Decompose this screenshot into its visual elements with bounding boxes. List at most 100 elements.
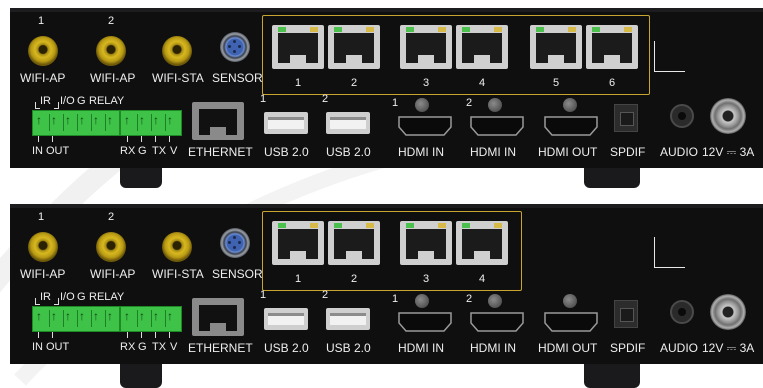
- terminal-io-label: I/O: [60, 95, 75, 107]
- wifi-ap-label-1: WIFI-AP: [20, 71, 66, 85]
- rj45-port-icon[interactable]: [530, 25, 582, 69]
- rj45-port-icon[interactable]: [328, 25, 380, 69]
- panel-top-edge: [10, 204, 763, 208]
- audio-jack-icon[interactable]: [670, 104, 694, 128]
- rj45-port-icon[interactable]: [272, 25, 324, 69]
- usb-port-icon[interactable]: [264, 308, 308, 330]
- usb-port-icon[interactable]: [264, 112, 308, 134]
- terminal-in-label: IN: [32, 145, 43, 157]
- wifi-ap-label-1: WIFI-AP: [20, 267, 66, 281]
- corner-mark: [654, 237, 685, 268]
- antenna-icon: [96, 36, 126, 66]
- terminal-out-label: OUT: [46, 341, 70, 353]
- usb-number-2: 2: [322, 93, 329, 105]
- device-foot: [584, 364, 640, 388]
- hdmi-port-icon[interactable]: [544, 116, 598, 136]
- terminal-g2-label: G: [138, 341, 147, 353]
- spdif-port-icon[interactable]: [614, 104, 638, 132]
- hdmi-in-label-2: HDMI IN: [470, 145, 516, 159]
- usb-label-2: USB 2.0: [326, 341, 371, 355]
- hdmi-number-2: 2: [466, 293, 473, 305]
- lan-number-4: 4: [479, 77, 486, 89]
- power-jack-icon[interactable]: [710, 98, 746, 134]
- lan-number-3: 3: [423, 273, 430, 285]
- device-foot: [584, 168, 640, 188]
- audio-label: AUDIO: [660, 145, 699, 159]
- lan-number-3: 3: [423, 77, 430, 89]
- rj45-port-icon[interactable]: [586, 25, 638, 69]
- hdmi-port-icon[interactable]: [470, 312, 524, 332]
- hdmi-number-1: 1: [392, 97, 399, 109]
- terminal-g2-label: G: [138, 145, 147, 157]
- wifi-ap-label-2: WIFI-AP: [90, 267, 136, 281]
- terminal-relay-label: RELAY: [89, 291, 125, 303]
- sensor-label: SENSOR: [212, 267, 263, 281]
- hdmi-port-icon[interactable]: [398, 116, 452, 136]
- antenna-number-1: 1: [38, 211, 45, 223]
- rj45-port-icon[interactable]: [400, 221, 452, 265]
- ethernet-label: ETHERNET: [188, 341, 253, 355]
- usb-port-icon[interactable]: [326, 112, 370, 134]
- lan-number-1: 1: [295, 77, 302, 89]
- rj45-port-icon[interactable]: [400, 25, 452, 69]
- lan-number-1: 1: [295, 273, 302, 285]
- terminal-out-label: OUT: [46, 145, 70, 157]
- usb-port-icon[interactable]: [326, 308, 370, 330]
- sensor-icon: [220, 32, 250, 62]
- terminal-rx-label: RX: [120, 341, 136, 353]
- hdmi-number-1: 1: [392, 293, 399, 305]
- terminal-g-label: G: [77, 291, 86, 303]
- lan-number-4: 4: [479, 273, 486, 285]
- terminal-g-label: G: [77, 95, 86, 107]
- panel-top-edge: [10, 8, 763, 12]
- screw-icon: [415, 294, 429, 308]
- terminal-block-icon[interactable]: [32, 110, 120, 136]
- usb-label-1: USB 2.0: [264, 145, 309, 159]
- terminal-v-label: V: [170, 145, 178, 157]
- hdmi-port-icon[interactable]: [398, 312, 452, 332]
- rj45-port-icon[interactable]: [456, 221, 508, 265]
- screw-icon: [563, 294, 577, 308]
- hdmi-in-label-2: HDMI IN: [470, 341, 516, 355]
- terminal-tx-label: TX: [152, 145, 167, 157]
- usb-label-1: USB 2.0: [264, 341, 309, 355]
- rj45-port-icon[interactable]: [456, 25, 508, 69]
- terminal-rx-label: RX: [120, 145, 136, 157]
- usb-number-2: 2: [322, 289, 329, 301]
- rj45-port-icon[interactable]: [328, 221, 380, 265]
- screw-icon: [488, 98, 502, 112]
- hdmi-out-label: HDMI OUT: [538, 145, 598, 159]
- power-label: 12V ⎓ 3A: [702, 145, 755, 159]
- usb-number-1: 1: [260, 93, 267, 105]
- audio-label: AUDIO: [660, 341, 699, 355]
- screw-icon: [563, 98, 577, 112]
- terminal-relay-label: RELAY: [89, 95, 125, 107]
- hdmi-out-label: HDMI OUT: [538, 341, 598, 355]
- antenna-icon: [96, 232, 126, 262]
- ethernet-port-icon[interactable]: [192, 298, 244, 336]
- power-jack-icon[interactable]: [710, 294, 746, 330]
- wifi-sta-label: WIFI-STA: [152, 71, 204, 85]
- terminal-block-icon[interactable]: [120, 306, 182, 332]
- lan-number-2: 2: [351, 273, 358, 285]
- hdmi-port-icon[interactable]: [470, 116, 524, 136]
- hdmi-in-label-1: HDMI IN: [398, 341, 444, 355]
- sensor-label: SENSOR: [212, 71, 263, 85]
- terminal-block-icon[interactable]: [32, 306, 120, 332]
- hdmi-port-icon[interactable]: [544, 312, 598, 332]
- screw-icon: [415, 98, 429, 112]
- ethernet-port-icon[interactable]: [192, 102, 244, 140]
- hdmi-number-2: 2: [466, 97, 473, 109]
- antenna-icon: [162, 232, 192, 262]
- rj45-port-icon[interactable]: [272, 221, 324, 265]
- antenna-icon: [28, 36, 58, 66]
- antenna-icon: [28, 232, 58, 262]
- audio-jack-icon[interactable]: [670, 300, 694, 324]
- device-foot: [120, 168, 162, 188]
- antenna-number-2: 2: [108, 15, 115, 27]
- terminal-in-label: IN: [32, 341, 43, 353]
- spdif-port-icon[interactable]: [614, 300, 638, 328]
- terminal-block-icon[interactable]: [120, 110, 182, 136]
- device-rear-panel-4-port: 1 2 WIFI-AP WIFI-AP WIFI-STA SENSOR 1 2 …: [10, 204, 763, 364]
- device-rear-panel-6-port: 1 2 WIFI-AP WIFI-AP WIFI-STA SENSOR 1 2 …: [10, 8, 763, 168]
